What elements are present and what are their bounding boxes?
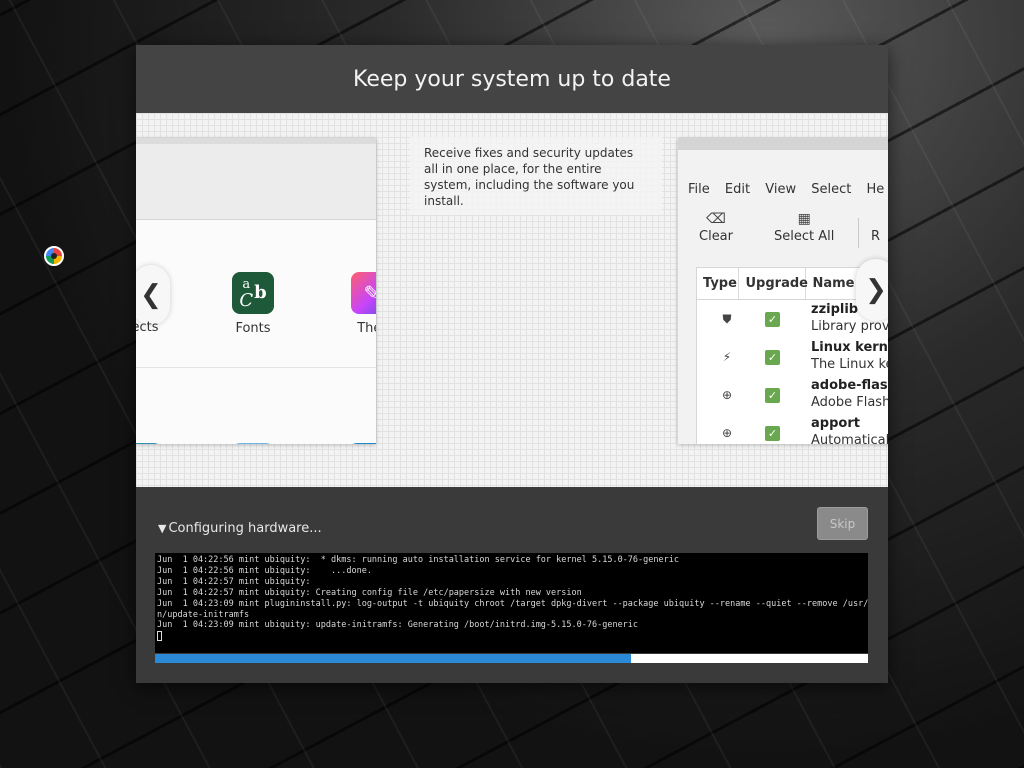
package-desc: Adobe Flash xyxy=(811,395,888,410)
select-all-icon: ▦ xyxy=(797,211,811,227)
tile-label: Fonts xyxy=(235,321,271,336)
upgrade-checkbox[interactable]: ✓ xyxy=(765,426,780,441)
upgrade-checkbox[interactable]: ✓ xyxy=(765,350,780,365)
log-line: Jun 1 04:22:56 mint ubiquity: ...done. xyxy=(157,565,372,576)
tile-label: Ther xyxy=(357,321,376,336)
lightning-icon: ⚡ xyxy=(722,350,732,364)
software-manager-header xyxy=(136,138,376,220)
log-line: Jun 1 04:22:57 mint ubiquity: xyxy=(157,576,311,587)
app-icon-partial xyxy=(232,443,274,444)
refresh-button[interactable]: R xyxy=(871,211,880,244)
menu-edit[interactable]: Edit xyxy=(725,182,750,197)
menu-help[interactable]: He xyxy=(866,182,884,197)
next-slide-arrow[interactable]: ❯ xyxy=(856,259,888,321)
skip-button[interactable]: Skip xyxy=(817,507,868,540)
log-line: Jun 1 04:23:09 mint ubiquity: update-ini… xyxy=(157,620,639,631)
mint-desktop-icon[interactable] xyxy=(44,246,64,266)
package-name: apport xyxy=(811,416,860,431)
app-icon-partial xyxy=(349,443,376,444)
installer-title-bar: Keep your system up to date xyxy=(136,45,888,113)
column-type[interactable]: Type xyxy=(697,268,740,299)
status-text: Configuring hardware... xyxy=(168,521,322,536)
app-icon-partial xyxy=(136,443,162,444)
package-desc: Library provi xyxy=(811,319,888,334)
package-name: adobe-flashp xyxy=(811,378,888,393)
clear-button[interactable]: ⌫ Clear xyxy=(699,211,733,244)
installer-window: Keep your system up to date ❮ ects a C b xyxy=(136,45,888,683)
terminal-cursor xyxy=(157,631,162,642)
table-row[interactable]: ⊕ ✓ adobe-flashp Adobe Flash xyxy=(697,376,888,414)
details-toggle[interactable]: ▼ Configuring hardware... xyxy=(158,521,322,536)
tile-fonts[interactable]: a C b Fonts xyxy=(228,272,278,336)
triangle-down-icon: ▼ xyxy=(158,522,167,535)
prev-slide-arrow[interactable]: ❮ xyxy=(136,265,170,325)
chevron-left-icon: ❮ xyxy=(140,280,162,310)
table-row[interactable]: ⚡ ✓ Linux kernel The Linux ker xyxy=(697,338,888,376)
tile-label: ects xyxy=(136,320,159,335)
menu-view[interactable]: View xyxy=(765,182,796,197)
chevron-right-icon: ❯ xyxy=(865,275,887,305)
refresh-icon xyxy=(871,211,880,229)
toolbar-separator xyxy=(858,218,859,248)
slideshow: ❮ ects a C b Fonts ✎ Ther xyxy=(136,113,888,487)
package-desc: Automaticall xyxy=(811,433,888,444)
software-manager-preview: ❮ ects a C b Fonts ✎ Ther xyxy=(136,138,376,444)
up-arrow-icon: ⊕ xyxy=(721,388,733,402)
shield-icon: ⛊ xyxy=(722,312,732,326)
tile-effects[interactable]: ects xyxy=(136,320,160,335)
install-log-terminal[interactable]: Jun 1 04:22:56 mint ubiquity: * dkms: ru… xyxy=(155,553,868,653)
install-progress-bar xyxy=(155,654,868,663)
column-upgrade[interactable]: Upgrade xyxy=(739,268,808,299)
themes-icon: ✎ xyxy=(351,272,376,314)
log-line: Jun 1 04:22:57 mint ubiquity: Creating c… xyxy=(157,587,582,598)
clear-icon: ⌫ xyxy=(706,211,726,227)
update-manager-chrome xyxy=(678,138,888,150)
progress-fill xyxy=(155,654,631,663)
up-arrow-icon: ⊕ xyxy=(721,426,733,440)
slide-description: Receive fixes and security updates all i… xyxy=(410,137,662,215)
status-row: ▼ Configuring hardware... Skip xyxy=(158,507,868,551)
package-name: zziplib xyxy=(811,302,859,317)
package-desc: The Linux ker xyxy=(811,357,888,372)
log-line: n/update-initramfs xyxy=(157,609,250,620)
upgrade-checkbox[interactable]: ✓ xyxy=(765,312,780,327)
upgrade-checkbox[interactable]: ✓ xyxy=(765,388,780,403)
page-title: Keep your system up to date xyxy=(353,66,671,92)
package-name: Linux kernel xyxy=(811,340,888,355)
log-line: Jun 1 04:23:09 mint plugininstall.py: lo… xyxy=(157,598,868,609)
menu-file[interactable]: File xyxy=(688,182,710,197)
update-manager-menubar: File Edit View Select He xyxy=(688,182,888,197)
menu-select[interactable]: Select xyxy=(811,182,851,197)
table-row[interactable]: ⊕ ✓ apport Automaticall xyxy=(697,414,888,444)
tile-themes[interactable]: ✎ Ther xyxy=(347,272,376,336)
log-line: Jun 1 04:22:56 mint ubiquity: * dkms: ru… xyxy=(157,555,679,565)
select-all-button[interactable]: ▦ Select All xyxy=(774,211,834,244)
fonts-icon: a C b xyxy=(232,272,274,314)
